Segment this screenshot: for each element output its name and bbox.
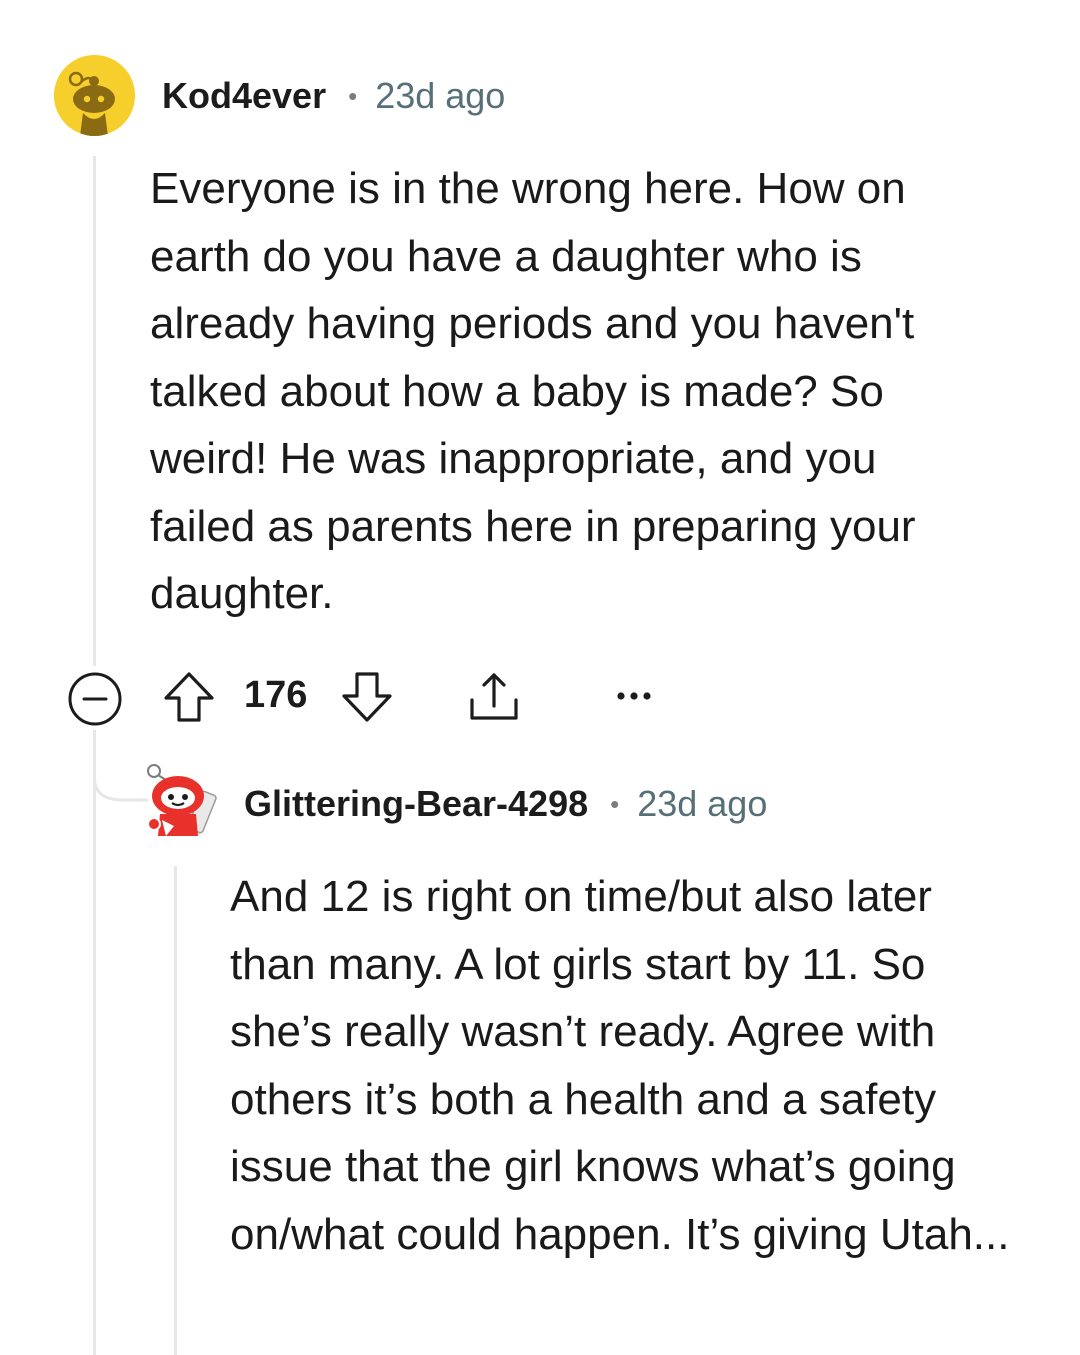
comment-meta: Glittering-Bear-4298 • 23d ago bbox=[244, 780, 767, 828]
more-options-button[interactable] bbox=[612, 680, 656, 712]
collapse-minus-icon bbox=[68, 672, 122, 726]
comment-body: Everyone is in the wrong here. How on ea… bbox=[150, 164, 916, 618]
avatar[interactable] bbox=[140, 762, 218, 840]
collapse-button[interactable] bbox=[67, 671, 123, 727]
thread-line-main bbox=[93, 156, 96, 666]
share-icon bbox=[470, 673, 518, 720]
comment-meta: Kod4ever • 23d ago bbox=[162, 72, 505, 120]
downvote-button[interactable] bbox=[340, 670, 394, 724]
comment-body: And 12 is right on time/but also later t… bbox=[230, 872, 1010, 1259]
snoo-avatar-yellow-icon bbox=[54, 55, 135, 136]
timestamp: 23d ago bbox=[375, 75, 506, 116]
thread-line-main-lower bbox=[93, 730, 96, 1355]
separator-dot: • bbox=[610, 788, 620, 819]
snoo-avatar-red-icon bbox=[147, 764, 217, 836]
username[interactable]: Kod4ever bbox=[162, 75, 326, 117]
username[interactable]: Glittering-Bear-4298 bbox=[244, 783, 588, 825]
vote-score: 176 bbox=[244, 674, 308, 716]
upvote-button[interactable] bbox=[162, 670, 216, 724]
downvote-arrow-icon bbox=[342, 672, 392, 722]
upvote-arrow-icon bbox=[164, 672, 214, 722]
timestamp: 23d ago bbox=[637, 783, 768, 824]
thread-line-reply bbox=[174, 866, 177, 1355]
share-button[interactable] bbox=[466, 670, 522, 724]
separator-dot: • bbox=[348, 80, 358, 111]
avatar[interactable] bbox=[54, 55, 135, 136]
more-options-icon bbox=[617, 692, 651, 700]
